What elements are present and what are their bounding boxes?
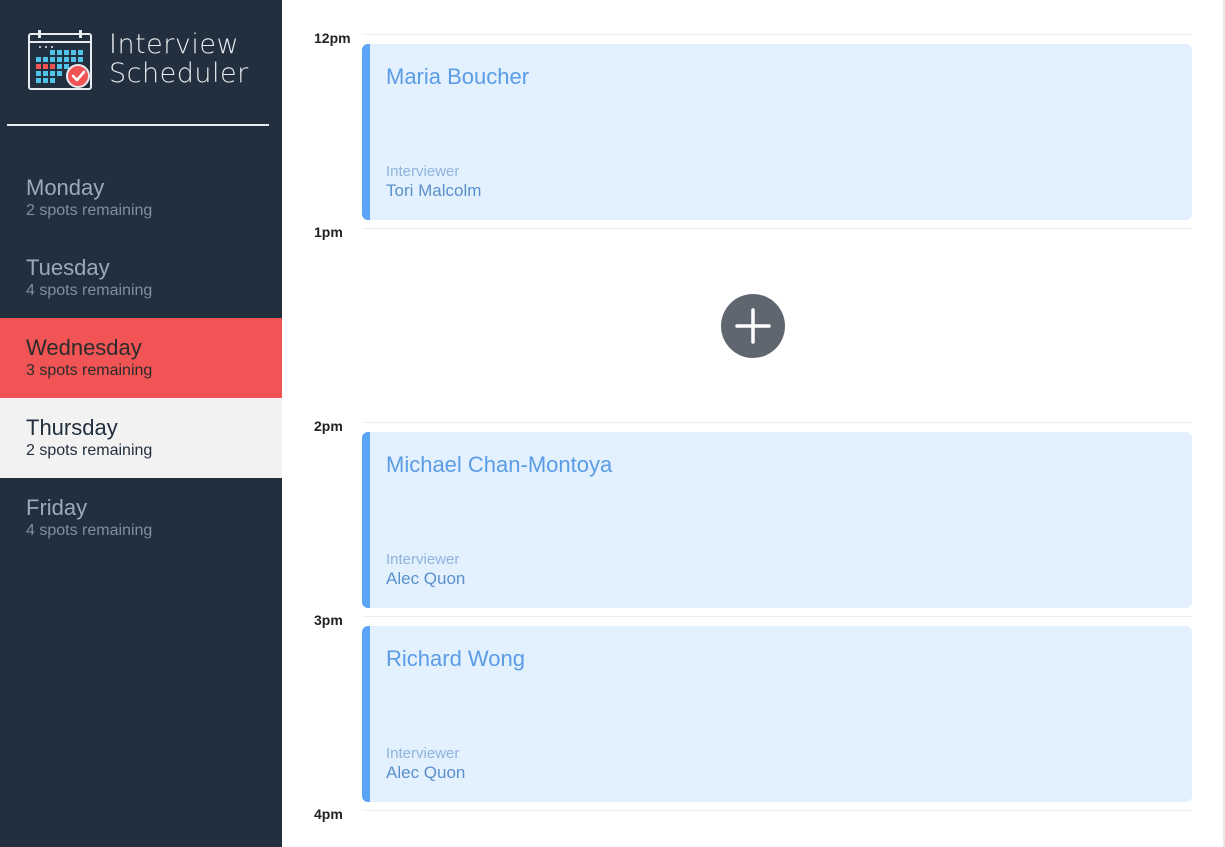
time-divider xyxy=(362,810,1192,811)
appointment-card[interactable]: Richard Wong Interviewer Alec Quon xyxy=(362,626,1192,802)
appointment-card[interactable]: Maria Boucher Interviewer Tori Malcolm xyxy=(362,44,1192,220)
day-item-wednesday[interactable]: Wednesday 3 spots remaining xyxy=(0,318,282,398)
day-name: Thursday xyxy=(26,415,118,440)
time-label: 2pm xyxy=(314,418,343,434)
day-spots: 2 spots remaining xyxy=(26,442,153,459)
time-divider xyxy=(362,616,1192,617)
day-list: Monday 2 spots remaining Tuesday 4 spots… xyxy=(0,158,282,558)
app-title: Interview Scheduler xyxy=(109,30,249,88)
student-name: Richard Wong xyxy=(386,646,525,671)
time-divider xyxy=(362,228,1192,229)
logo: Interview Scheduler xyxy=(28,30,268,92)
interviewer-name: Alec Quon xyxy=(386,763,466,782)
time-label: 3pm xyxy=(314,612,343,628)
day-spots: 4 spots remaining xyxy=(26,282,153,299)
plus-icon xyxy=(735,308,771,344)
calendar-check-icon xyxy=(28,30,92,90)
schedule: 12pm 1pm 2pm 3pm 4pm Maria Boucher Inter… xyxy=(282,0,1225,847)
time-label: 4pm xyxy=(314,806,343,822)
interviewer-name: Alec Quon xyxy=(386,569,466,588)
sidebar-divider xyxy=(7,124,269,126)
day-spots: 2 spots remaining xyxy=(26,202,153,219)
day-item-tuesday[interactable]: Tuesday 4 spots remaining xyxy=(0,238,282,318)
time-label: 12pm xyxy=(314,30,351,46)
day-spots: 4 spots remaining xyxy=(26,522,153,539)
day-item-thursday[interactable]: Thursday 2 spots remaining xyxy=(0,398,282,478)
time-divider xyxy=(362,34,1192,35)
sidebar: Interview Scheduler Monday 2 spots remai… xyxy=(0,0,282,847)
app: Interview Scheduler Monday 2 spots remai… xyxy=(0,0,1225,847)
time-label: 1pm xyxy=(314,224,343,240)
student-name: Michael Chan-Montoya xyxy=(386,452,613,477)
appointment-card[interactable]: Michael Chan-Montoya Interviewer Alec Qu… xyxy=(362,432,1192,608)
app-title-line1: Interview xyxy=(109,29,240,60)
day-item-monday[interactable]: Monday 2 spots remaining xyxy=(0,158,282,238)
student-name: Maria Boucher xyxy=(386,64,530,89)
time-row-1pm: 1pm xyxy=(282,224,1225,244)
day-name: Wednesday xyxy=(26,335,142,360)
day-spots: 3 spots remaining xyxy=(26,362,153,379)
interviewer-label: Interviewer xyxy=(386,745,460,762)
day-name: Monday xyxy=(26,175,105,200)
interviewer-name: Tori Malcolm xyxy=(386,181,482,200)
interviewer-label: Interviewer xyxy=(386,551,460,568)
add-appointment-button[interactable] xyxy=(721,294,785,358)
day-name: Friday xyxy=(26,495,88,520)
time-divider xyxy=(362,422,1192,423)
time-row-4pm: 4pm xyxy=(282,806,1225,826)
app-title-line2: Scheduler xyxy=(109,58,249,89)
day-item-friday[interactable]: Friday 4 spots remaining xyxy=(0,478,282,558)
interviewer-label: Interviewer xyxy=(386,163,460,180)
day-name: Tuesday xyxy=(26,255,110,280)
